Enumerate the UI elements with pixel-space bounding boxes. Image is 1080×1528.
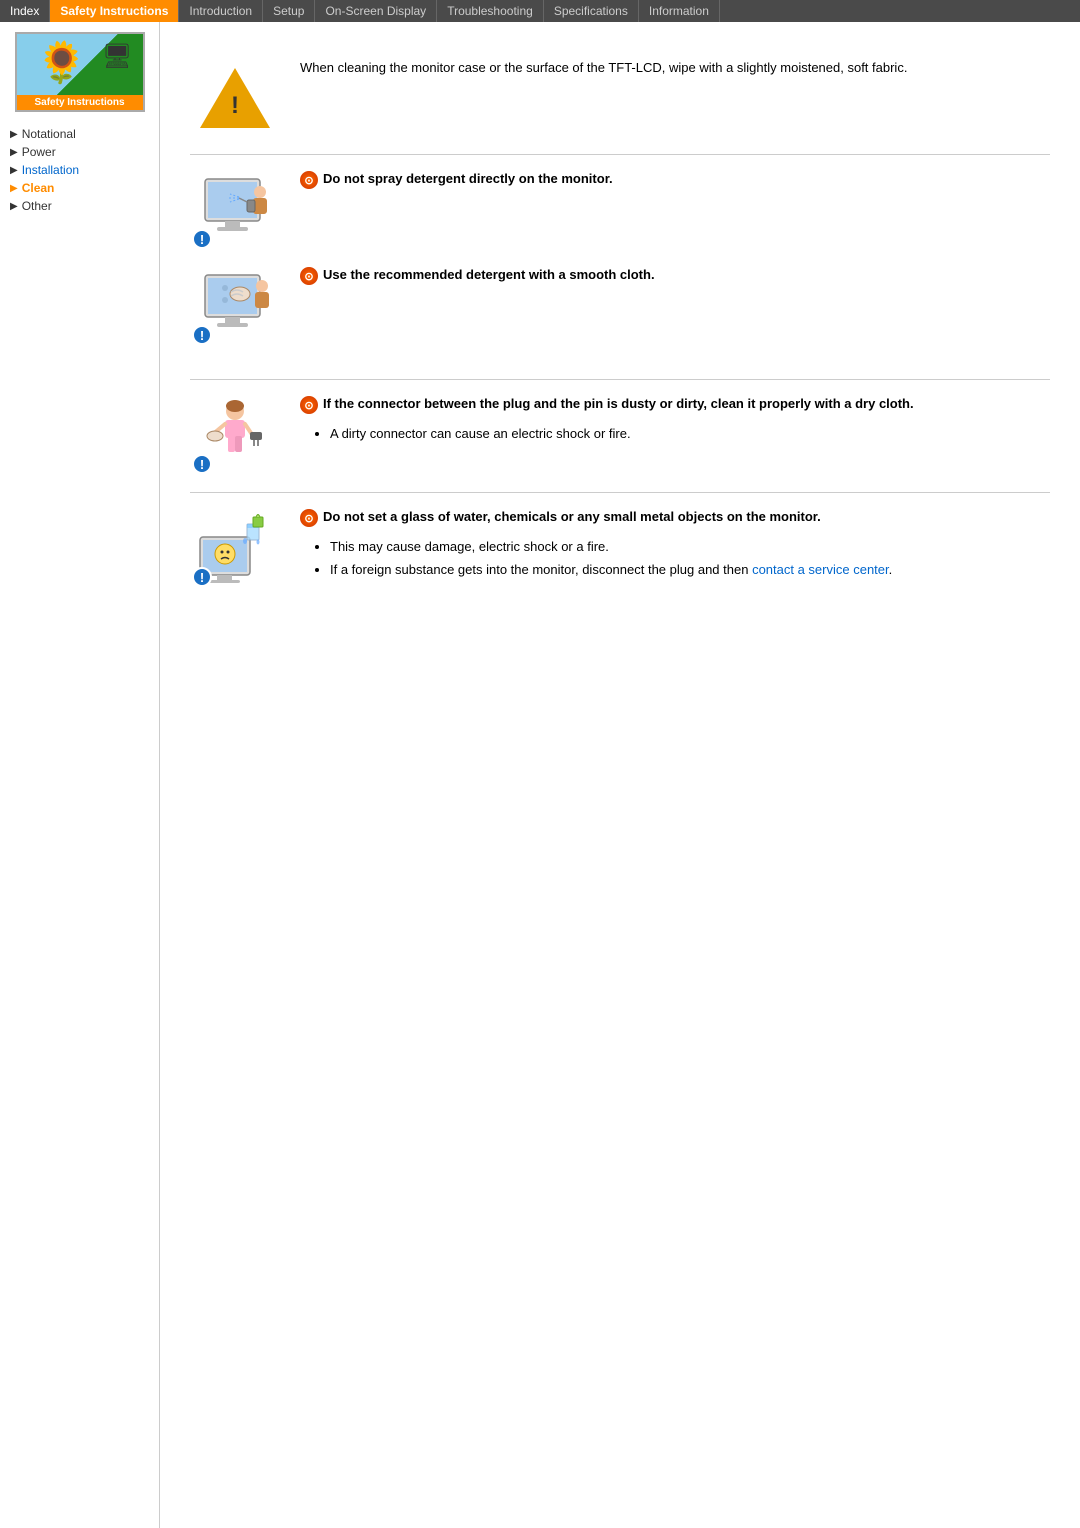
caution-badge-connector: !	[192, 454, 212, 474]
caution-badge-spray: !	[192, 229, 212, 249]
caution-circle-icon-4: ⊙	[300, 509, 318, 527]
sidebar-link-other[interactable]: Other	[22, 199, 52, 213]
nav-setup[interactable]: Setup	[263, 0, 315, 22]
sidebar-item-other[interactable]: ▶ Other	[10, 197, 149, 215]
connector-text: ⊙ If the connector between the plug and …	[300, 396, 1050, 447]
arrow-icon: ▶	[10, 129, 18, 140]
section-connector: ! ⊙ If the connector between the plug an…	[190, 380, 1050, 493]
arrow-icon: ▶	[10, 147, 18, 158]
sidebar-link-notational[interactable]: Notational	[22, 127, 76, 141]
warning-image: !	[190, 58, 280, 138]
sidebar-link-clean[interactable]: Clean	[22, 181, 55, 195]
nav-index[interactable]: Index	[0, 0, 50, 22]
caution-circle-icon-3: ⊙	[300, 396, 318, 414]
exclamation-icon: !	[231, 92, 239, 120]
nav-bar: Index Safety Instructions Introduction S…	[0, 0, 1080, 22]
caution-circle-icon-2: ⊙	[300, 267, 318, 285]
no-spray-image: !	[190, 171, 280, 251]
arrow-icon: ▶	[10, 183, 18, 194]
arrow-icon: ▶	[10, 201, 18, 212]
sidebar-link-power[interactable]: Power	[22, 145, 56, 159]
no-spray-instruction-text: Do not spray detergent directly on the m…	[323, 171, 613, 186]
smooth-cloth-instruction: ⊙ Use the recommended detergent with a s…	[300, 267, 1050, 285]
no-glass-instruction-text: Do not set a glass of water, chemicals o…	[323, 509, 821, 524]
sidebar-item-notational[interactable]: ▶ Notational	[10, 125, 149, 143]
intro-text-block: When cleaning the monitor case or the su…	[300, 58, 1050, 86]
sidebar-nav: ▶ Notational ▶ Power ▶ Installation ▶ Cl…	[0, 120, 159, 220]
warning-triangle-icon: !	[200, 63, 270, 133]
no-glass-image: !	[190, 509, 280, 589]
nav-osd[interactable]: On-Screen Display	[315, 0, 437, 22]
no-spray-text: ⊙ Do not spray detergent directly on the…	[300, 171, 1050, 199]
nav-information[interactable]: Information	[639, 0, 720, 22]
no-glass-text: ⊙ Do not set a glass of water, chemicals…	[300, 509, 1050, 582]
nav-introduction[interactable]: Introduction	[179, 0, 263, 22]
smooth-cloth-image: !	[190, 267, 280, 347]
arrow-icon: ▶	[10, 165, 18, 176]
connector-instruction-text: If the connector between the plug and th…	[323, 396, 914, 411]
sidebar-hero-image: Safety Instructions	[15, 32, 145, 112]
connector-bullets: A dirty connector can cause an electric …	[300, 424, 1050, 444]
main-content: ! When cleaning the monitor case or the …	[160, 22, 1080, 1528]
sidebar-item-installation[interactable]: ▶ Installation	[10, 161, 149, 179]
no-spray-row: ! ⊙ Do not spray detergent directly on t…	[190, 171, 1050, 251]
no-glass-bullet-1: This may cause damage, electric shock or…	[330, 537, 1050, 557]
no-glass-bullets: This may cause damage, electric shock or…	[300, 537, 1050, 579]
no-spray-instruction: ⊙ Do not spray detergent directly on the…	[300, 171, 1050, 189]
sidebar-link-installation[interactable]: Installation	[22, 163, 79, 177]
connector-bullet-1: A dirty connector can cause an electric …	[330, 424, 1050, 444]
section-intro: ! When cleaning the monitor case or the …	[190, 42, 1050, 155]
nav-troubleshooting[interactable]: Troubleshooting	[437, 0, 544, 22]
sidebar: Safety Instructions ▶ Notational ▶ Power…	[0, 22, 160, 1528]
caution-badge-glass: !	[192, 567, 212, 587]
sidebar-item-power[interactable]: ▶ Power	[10, 143, 149, 161]
caution-badge-cloth: !	[192, 325, 212, 345]
caution-circle-icon: ⊙	[300, 171, 318, 189]
intro-paragraph: When cleaning the monitor case or the su…	[300, 58, 1050, 78]
smooth-cloth-text: ⊙ Use the recommended detergent with a s…	[300, 267, 1050, 295]
section-no-glass: ! ⊙ Do not set a glass of water, chemica…	[190, 493, 1050, 605]
no-glass-bullet-2: If a foreign substance gets into the mon…	[330, 560, 1050, 580]
section-spray-cloth: ! ⊙ Do not spray detergent directly on t…	[190, 155, 1050, 380]
nav-specifications[interactable]: Specifications	[544, 0, 639, 22]
smooth-cloth-instruction-text: Use the recommended detergent with a smo…	[323, 267, 655, 282]
sidebar-item-clean[interactable]: ▶ Clean	[10, 179, 149, 197]
connector-image: !	[190, 396, 280, 476]
sidebar-image-label: Safety Instructions	[17, 95, 143, 110]
service-center-link[interactable]: contact a service center	[752, 562, 889, 577]
smooth-cloth-row: ! ⊙ Use the recommended detergent with a…	[190, 267, 1050, 347]
no-glass-instruction: ⊙ Do not set a glass of water, chemicals…	[300, 509, 1050, 527]
connector-instruction: ⊙ If the connector between the plug and …	[300, 396, 1050, 414]
nav-safety[interactable]: Safety Instructions	[50, 0, 179, 22]
